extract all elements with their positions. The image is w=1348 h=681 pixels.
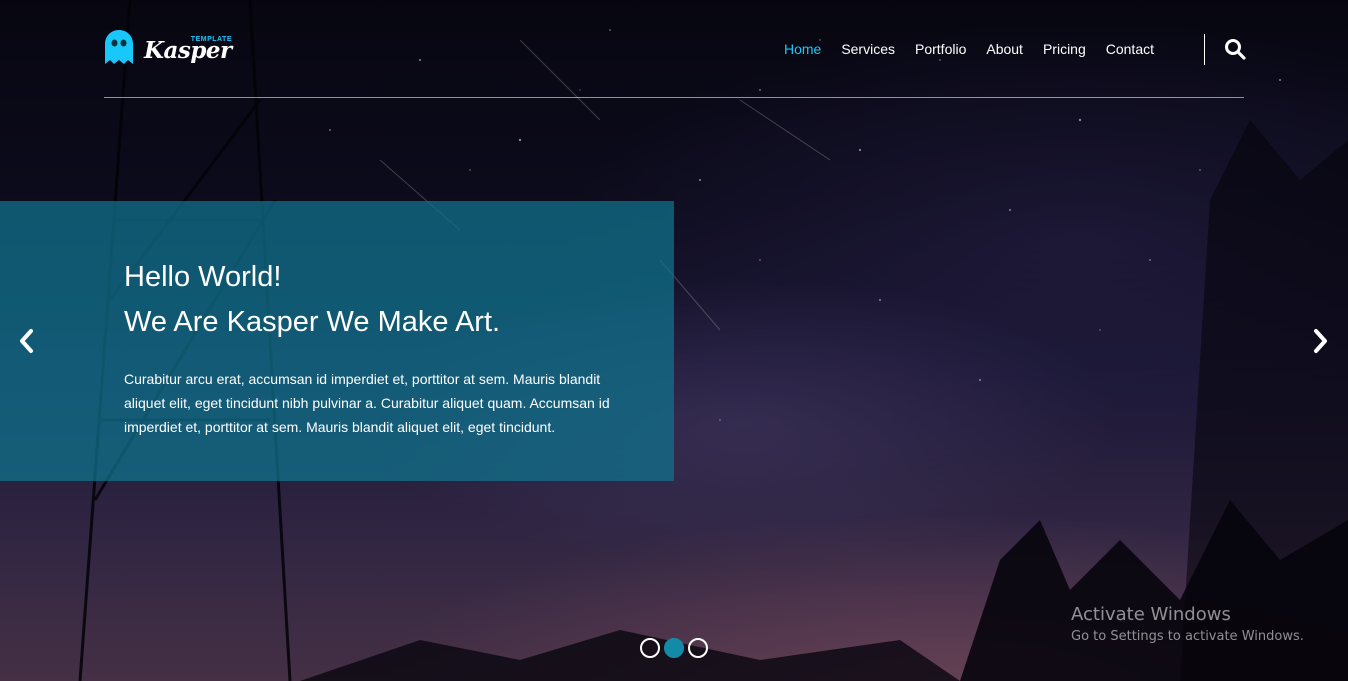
ghost-icon (105, 30, 133, 64)
nav-services[interactable]: Services (841, 40, 895, 58)
slider-prev-button[interactable] (16, 326, 38, 356)
watermark-title: Activate Windows (1071, 604, 1231, 625)
nav-portfolio[interactable]: Portfolio (915, 40, 966, 58)
nav-home[interactable]: Home (784, 40, 821, 58)
slider-bullet-1[interactable] (640, 638, 660, 658)
nav-about[interactable]: About (986, 40, 1023, 58)
chevron-right-icon (1314, 329, 1327, 353)
nav-divider (1204, 34, 1205, 65)
main-nav: Home Services Portfolio About Pricing Co… (764, 40, 1154, 58)
hero-heading-line1: Hello World! (124, 261, 282, 293)
slider-next-button[interactable] (1309, 326, 1331, 356)
hero-body: Curabitur arcu erat, accumsan id imperdi… (124, 371, 610, 435)
nav-pricing[interactable]: Pricing (1043, 40, 1086, 58)
slider-bullet-2[interactable] (664, 638, 684, 658)
site-header: TEMPLATE Kasper Home Services Portfolio … (104, 0, 1246, 98)
logo-name: Kasper (144, 37, 232, 64)
logo[interactable]: TEMPLATE Kasper (104, 27, 234, 67)
slider-bullets (640, 638, 712, 658)
slider-bullet-3[interactable] (688, 638, 708, 658)
hero-heading-line2: We Are Kasper We Make Art. (124, 306, 501, 338)
hero-heading: Hello World! We Are Kasper We Make Art. (124, 255, 674, 345)
hero-caption: Hello World! We Are Kasper We Make Art. … (0, 201, 674, 481)
watermark-subtitle: Go to Settings to activate Windows. (1071, 629, 1304, 644)
windows-activation-watermark: Activate Windows Go to Settings to activ… (1071, 604, 1304, 648)
search-button[interactable] (1224, 38, 1246, 60)
logo-wordmark: TEMPLATE Kasper (144, 27, 234, 67)
nav-contact[interactable]: Contact (1106, 40, 1154, 58)
search-icon (1225, 39, 1246, 60)
chevron-left-icon (20, 329, 33, 353)
